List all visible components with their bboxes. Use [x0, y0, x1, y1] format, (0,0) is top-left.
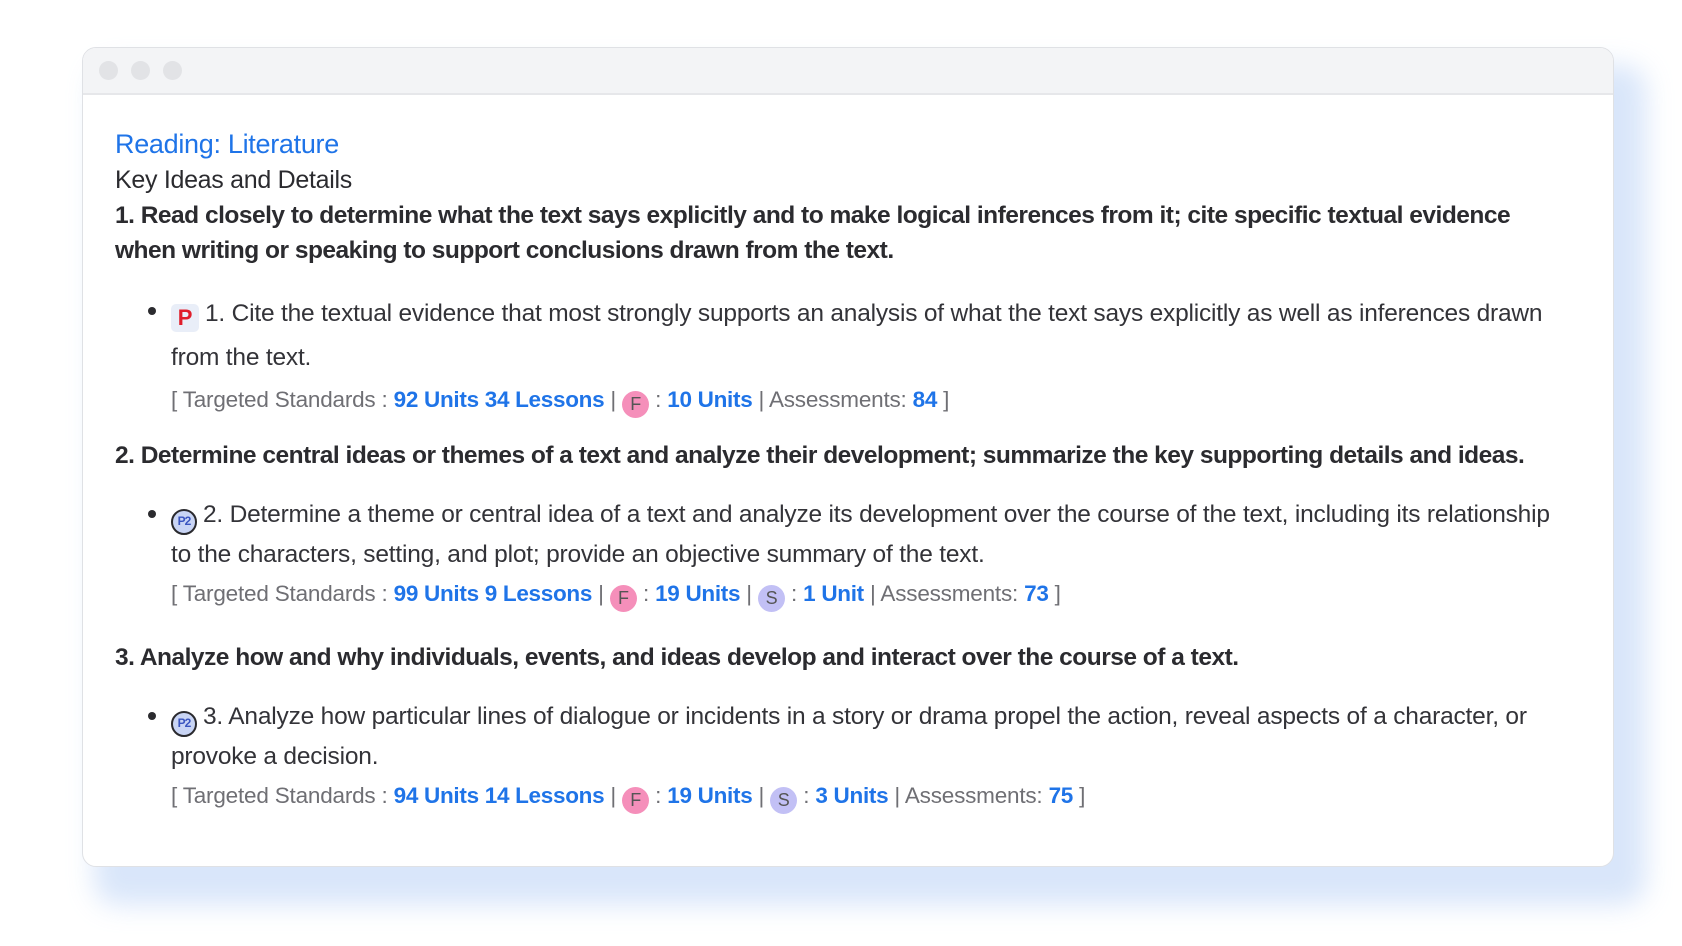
targeted-standards-line: [ Targeted Standards : 94 Units 14 Lesso…: [171, 776, 1573, 816]
cluster-heading: Key Ideas and Details: [115, 166, 352, 194]
window-minimize-button[interactable]: [131, 61, 150, 80]
targeted-units-link[interactable]: 94 Units 14 Lessons: [394, 783, 605, 808]
category-title[interactable]: Reading: Literature: [115, 126, 1573, 162]
f-badge-icon: F: [609, 585, 637, 612]
f-units-link[interactable]: 10 Units: [667, 387, 752, 412]
f-badge-icon: F: [622, 391, 650, 418]
sub-standard-text: 2. Determine a theme or central idea of …: [171, 501, 1550, 568]
standard-text: 2. Determine central ideas or themes of …: [115, 442, 1525, 469]
targeted-standards-line: [ Targeted Standards : 92 Units 34 Lesso…: [171, 380, 1573, 420]
p2-icon: P2: [171, 711, 197, 737]
f-units-link[interactable]: 19 Units: [667, 783, 752, 808]
sub-standard-text: 1. Cite the textual evidence that most s…: [171, 300, 1543, 371]
targeted-standards-line: [ Targeted Standards : 99 Units 9 Lesson…: [171, 574, 1573, 614]
f-badge-icon: F: [622, 787, 650, 814]
standard-text: 3. Analyze how and why individuals, even…: [115, 644, 1239, 671]
sub-standard-item: P2 3. Analyze how particular lines of dia…: [115, 697, 1573, 816]
standard-text: 1. Read closely to determine what the te…: [115, 202, 1511, 264]
standard-block: 3. Analyze how and why individuals, even…: [115, 640, 1573, 816]
standard-block: 2. Determine central ideas or themes of …: [115, 438, 1573, 614]
s-units-link[interactable]: 3 Units: [815, 783, 888, 808]
s-units-link[interactable]: 1 Unit: [803, 581, 864, 606]
bullet-icon: [148, 307, 156, 315]
p-icon: P: [171, 304, 199, 332]
p2-icon: P2: [171, 509, 197, 535]
sub-standard-text: 3. Analyze how particular lines of dialo…: [171, 703, 1527, 770]
assessments-link[interactable]: 75: [1049, 783, 1074, 808]
sub-standard-item: P 1. Cite the textual evidence that most …: [115, 292, 1573, 420]
bullet-icon: [148, 510, 156, 518]
window-close-button[interactable]: [99, 61, 118, 80]
assessments-link[interactable]: 73: [1024, 581, 1049, 606]
standard-block: 1. Read closely to determine what the te…: [115, 198, 1573, 420]
bullet-icon: [148, 712, 156, 720]
window-maximize-button[interactable]: [163, 61, 182, 80]
s-badge-icon: S: [757, 585, 785, 612]
browser-window: Reading: Literature Key Ideas and Detail…: [82, 47, 1614, 867]
f-units-link[interactable]: 19 Units: [655, 581, 740, 606]
s-badge-icon: S: [770, 787, 798, 814]
sub-standard-item: P2 2. Determine a theme or central idea o…: [115, 495, 1573, 614]
window-titlebar: [83, 48, 1613, 95]
standards-content: Reading: Literature Key Ideas and Detail…: [115, 126, 1573, 816]
targeted-units-link[interactable]: 92 Units 34 Lessons: [394, 387, 605, 412]
assessments-link[interactable]: 84: [913, 387, 938, 412]
targeted-units-link[interactable]: 99 Units 9 Lessons: [394, 581, 593, 606]
